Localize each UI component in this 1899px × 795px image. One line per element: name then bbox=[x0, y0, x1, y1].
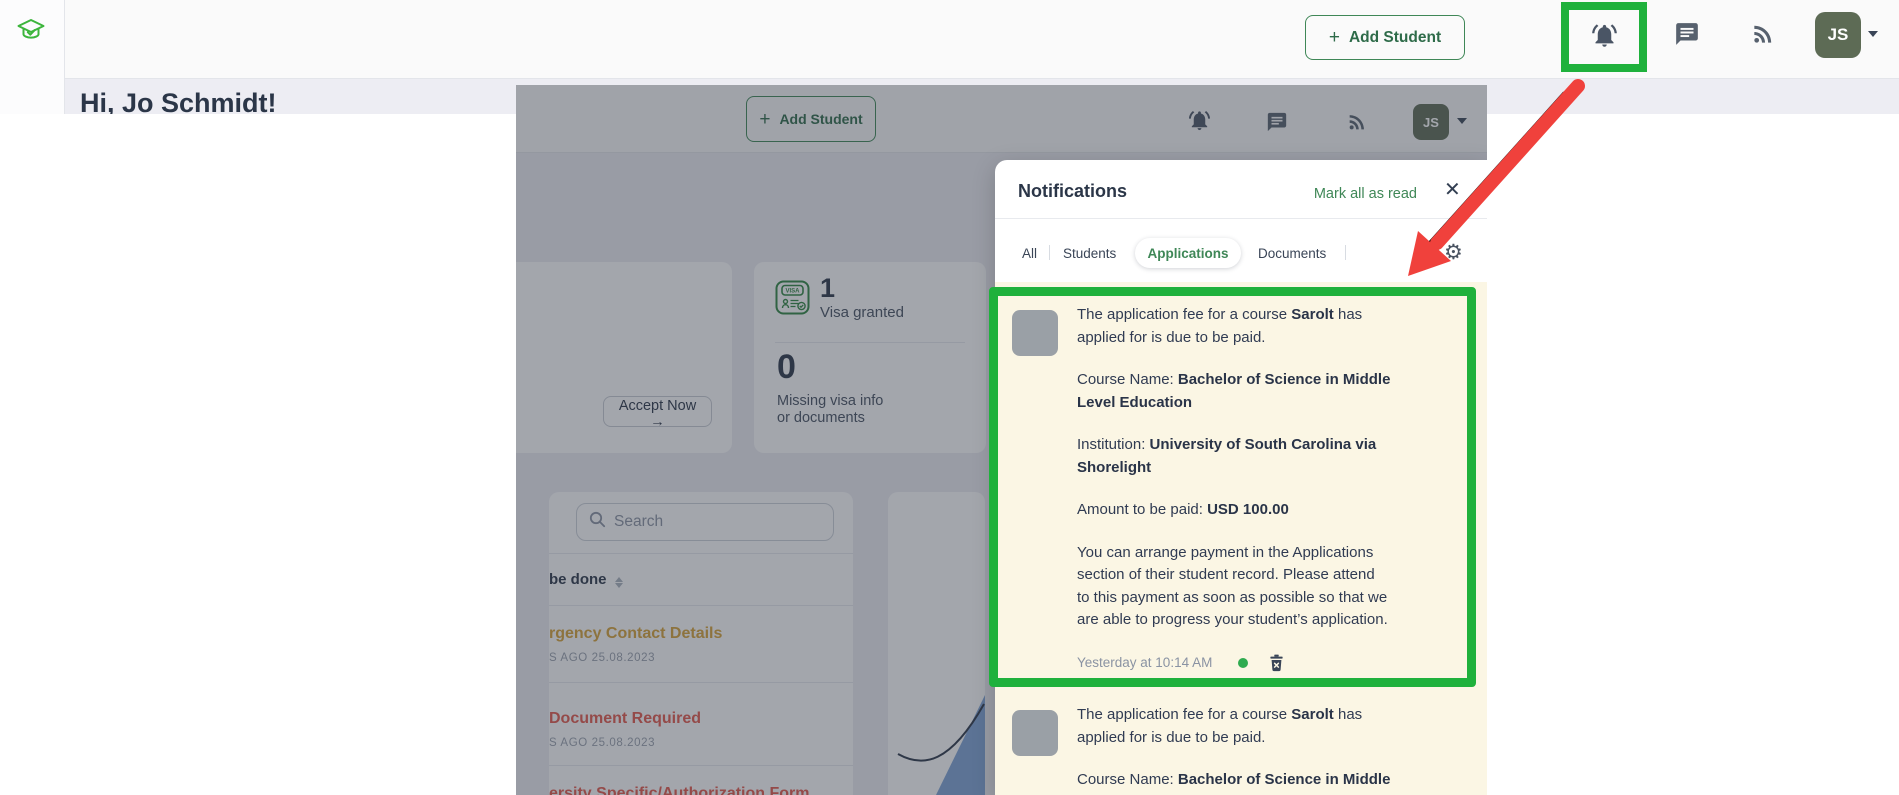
tab-students[interactable]: Students bbox=[1063, 246, 1116, 261]
notifications-panel: Notifications Mark all as read ✕ All Stu… bbox=[995, 160, 1487, 795]
notification-course: Course Name: Bachelor of Science in Midd… bbox=[1077, 371, 1391, 411]
tab-separator bbox=[1049, 245, 1050, 260]
notification-body: You can arrange payment in the Applicati… bbox=[1077, 543, 1388, 629]
tab-applications-active[interactable]: Applications bbox=[1135, 238, 1241, 268]
panel-divider bbox=[995, 218, 1487, 219]
tab-documents[interactable]: Documents bbox=[1258, 246, 1326, 261]
close-icon[interactable]: ✕ bbox=[1444, 180, 1461, 200]
avatar bbox=[1012, 710, 1058, 756]
notification-course: Course Name: Bachelor of Science in Midd… bbox=[1077, 771, 1391, 788]
page-title: Hi, Jo Schmidt! bbox=[80, 88, 277, 114]
mark-all-as-read-link[interactable]: Mark all as read bbox=[1314, 186, 1417, 202]
notifications-bell-icon[interactable] bbox=[1591, 22, 1618, 49]
tab-separator bbox=[1345, 245, 1346, 260]
add-student-label: Add Student bbox=[1348, 28, 1442, 46]
avatar bbox=[1012, 310, 1058, 356]
panel-title: Notifications bbox=[1018, 181, 1128, 201]
delete-trash-icon[interactable] bbox=[1268, 654, 1285, 672]
notification-message: The application fee for a course Sarolt … bbox=[1077, 706, 1363, 746]
tab-all[interactable]: All bbox=[1022, 246, 1037, 261]
user-avatar[interactable]: JS bbox=[1815, 12, 1861, 58]
messages-chat-icon[interactable] bbox=[1674, 21, 1700, 47]
chevron-down-icon[interactable] bbox=[1868, 31, 1878, 37]
feed-rss-icon[interactable] bbox=[1750, 21, 1776, 47]
unread-dot bbox=[1238, 657, 1249, 668]
notification-institution: Institution: University of South Carolin… bbox=[1077, 436, 1377, 476]
notification-footer: Yesterday at 10:14 AM bbox=[1077, 652, 1469, 675]
notification-list: The application fee for a course Sarolt … bbox=[995, 282, 1487, 795]
notification-timestamp: Yesterday at 10:14 AM bbox=[1077, 654, 1213, 670]
app-logo-graduation-cap-icon[interactable] bbox=[16, 16, 46, 46]
screen: + Add Student JS Hi, Jo Schmidt! + Add S… bbox=[0, 0, 1899, 795]
notification-amount: Amount to be paid: USD 100.00 bbox=[1077, 501, 1289, 518]
sidebar bbox=[0, 0, 65, 114]
plus-icon: + bbox=[1328, 27, 1340, 48]
notification-item[interactable]: The application fee for a course Sarolt … bbox=[1077, 304, 1469, 674]
notification-message: The application fee for a course Sarolt … bbox=[1077, 306, 1363, 346]
embedded-screenshot: + Add Student JS Accept Now → VISA 1 Vis… bbox=[516, 85, 1487, 795]
gear-icon[interactable]: ⚙ bbox=[1444, 242, 1463, 263]
notification-item[interactable]: The application fee for a course Sarolt … bbox=[1077, 704, 1469, 795]
add-student-button[interactable]: + Add Student bbox=[1305, 15, 1465, 60]
